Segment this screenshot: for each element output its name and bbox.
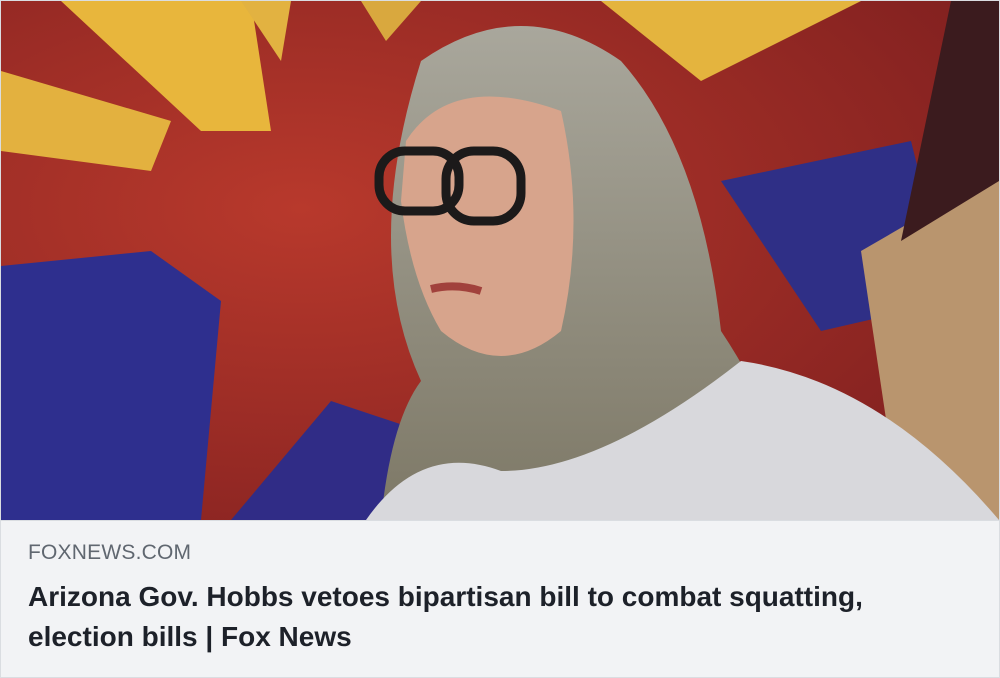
article-image[interactable]: [1, 1, 999, 520]
link-preview-card[interactable]: FOXNEWS.COM Arizona Gov. Hobbs vetoes bi…: [0, 0, 1000, 678]
link-preview-meta: FOXNEWS.COM Arizona Gov. Hobbs vetoes bi…: [1, 520, 999, 677]
link-title[interactable]: Arizona Gov. Hobbs vetoes bipartisan bil…: [28, 577, 928, 657]
link-domain: FOXNEWS.COM: [28, 541, 192, 564]
